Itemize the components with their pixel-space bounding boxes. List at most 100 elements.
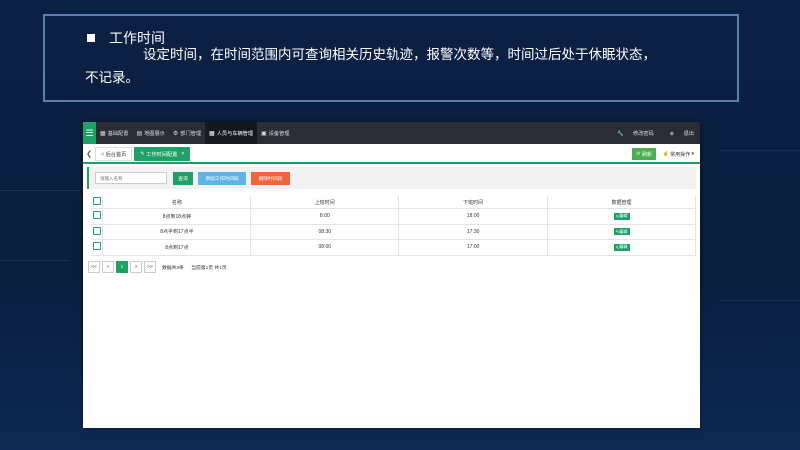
- cell-start: 08:30: [250, 224, 400, 240]
- decor-line: [0, 190, 80, 191]
- header-end-time: 下班时间: [398, 196, 549, 209]
- edit-label: 编辑: [619, 244, 628, 250]
- row-select-cell: [91, 224, 104, 240]
- page-last-button[interactable]: >>: [144, 261, 156, 273]
- cell-action: ✎ 编辑: [547, 208, 696, 225]
- hand-icon: ☝: [662, 151, 669, 157]
- header-name: 名称: [102, 196, 252, 209]
- pager-page: 当前第1页 共1页: [191, 265, 227, 271]
- edit-icon: ✎: [140, 151, 145, 157]
- delete-time-slot-button[interactable]: 删除时间段: [251, 172, 290, 185]
- edit-button[interactable]: ✎ 编辑: [613, 243, 630, 251]
- cell-end: 18:00: [398, 208, 549, 225]
- change-password-label: 修改密码: [633, 130, 654, 137]
- nav-label: 设备管理: [268, 130, 290, 137]
- cell-start: 08:00: [250, 239, 400, 256]
- caption-line-2: 不记录。: [85, 70, 139, 86]
- decor-line: [720, 300, 800, 301]
- decor-line: [720, 150, 800, 151]
- header-start-time: 上班时间: [250, 196, 400, 209]
- header-data-management: 数据管理: [547, 196, 696, 209]
- map-icon: ▤: [136, 130, 143, 137]
- close-icon[interactable]: ×: [181, 151, 184, 157]
- nav-label: 基础配置: [107, 130, 129, 137]
- grid-icon: ▦: [100, 130, 106, 137]
- nav-label: 地图展示: [144, 130, 165, 137]
- square-bullet-icon: [87, 34, 95, 42]
- change-password-link[interactable]: 🔧 修改密码: [609, 130, 654, 137]
- page-prev-button[interactable]: <: [102, 261, 114, 273]
- pagination: << < 1 > >> 数据共3条 当前第1页 共1页: [88, 260, 233, 274]
- logout-label: 退出: [683, 130, 694, 137]
- logout-link[interactable]: ⊗ 退出: [662, 130, 694, 137]
- common-ops-dropdown[interactable]: ☝ 常用操作 ▾: [659, 148, 697, 160]
- tab-home[interactable]: ⌂ 后台首页: [95, 147, 133, 161]
- table-row: 8点到18点钟 8:00 18:00 ✎ 编辑: [91, 208, 696, 225]
- hamburger-icon: ☰: [85, 127, 94, 138]
- page-first-button[interactable]: <<: [88, 261, 100, 273]
- work-time-table: 名称 上班时间 下班时间 数据管理 8点到18点钟 8:00 18:00 ✎ 编辑…: [91, 196, 696, 256]
- row-checkbox[interactable]: [92, 242, 101, 251]
- select-all-checkbox[interactable]: [92, 197, 101, 205]
- table-row: 8点到17点 08:00 17:00 ✎ 编辑: [91, 239, 696, 256]
- page-number-button[interactable]: 1: [116, 261, 128, 273]
- cell-action: ✎ 编辑: [547, 224, 696, 240]
- nav-label: 部门管理: [180, 130, 202, 137]
- row-checkbox[interactable]: [92, 211, 101, 220]
- search-toolbar: 查询 添加工作时间段 删除时间段: [87, 167, 696, 189]
- pager-total: 数据共3条: [162, 265, 184, 271]
- edit-button[interactable]: ✎ 编辑: [613, 212, 630, 220]
- search-input[interactable]: [95, 172, 167, 184]
- chevron-left-icon: ❮: [86, 151, 92, 158]
- cell-name: 8点半到17点半: [102, 224, 252, 240]
- app-window: ☰ ▦ 基础配置 ▤ 地图展示 ⚙ 部门管理 ▦ 人员与车辆管理 ▣ 设备管理 …: [83, 122, 700, 428]
- wrench-icon: 🔧: [617, 130, 624, 137]
- cell-end: 17:00: [398, 239, 549, 256]
- cell-start: 8:00: [250, 208, 400, 225]
- nav-item-basic-config[interactable]: ▦ 基础配置: [96, 122, 132, 144]
- device-icon: ▣: [261, 130, 267, 137]
- select-all-cell: [91, 196, 104, 209]
- close-circle-icon: ⊗: [669, 130, 675, 137]
- cell-name: 8点到17点: [102, 239, 252, 256]
- page-next-button[interactable]: >: [130, 261, 142, 273]
- ops-label: 常用操作: [670, 151, 691, 158]
- row-checkbox[interactable]: [92, 226, 101, 235]
- nav-item-department[interactable]: ⚙ 部门管理: [169, 122, 205, 144]
- top-right-actions: 🔧 修改密码 ⊗ 退出: [601, 122, 694, 144]
- row-select-cell: [91, 239, 104, 256]
- nav-label: 人员与车辆管理: [216, 130, 254, 137]
- home-icon: ⌂: [101, 151, 105, 157]
- tab-work-time-config[interactable]: ✎ 工作时间配置 ×: [134, 147, 191, 161]
- gear-icon: ⚙: [172, 130, 179, 137]
- edit-label: 编辑: [619, 228, 628, 234]
- cell-end: 17:30: [398, 224, 549, 240]
- tab-home-label: 后台首页: [105, 151, 127, 158]
- query-button[interactable]: 查询: [173, 172, 193, 185]
- edit-label: 编辑: [619, 213, 628, 219]
- add-time-slot-button[interactable]: 添加工作时间段: [198, 172, 246, 185]
- edit-button[interactable]: ✎ 编辑: [613, 228, 630, 236]
- table-header-row: 名称 上班时间 下班时间 数据管理: [91, 196, 696, 209]
- back-button[interactable]: ❮: [83, 146, 95, 162]
- cell-name: 8点到18点钟: [102, 208, 252, 225]
- refresh-button[interactable]: ⟳ 刷新: [632, 148, 656, 160]
- caption-box: 工作时间 设定时间，在时间范围内可查询相关历史轨迹，报警次数等，时间过后处于休眠…: [43, 14, 739, 102]
- table-row: 8点半到17点半 08:30 17:30 ✎ 编辑: [91, 224, 696, 240]
- top-navbar: ☰ ▦ 基础配置 ▤ 地图展示 ⚙ 部门管理 ▦ 人员与车辆管理 ▣ 设备管理 …: [83, 122, 700, 144]
- caption-line-1: 设定时间，在时间范围内可查询相关历史轨迹，报警次数等，时间过后处于休眠状态，: [143, 47, 656, 63]
- nav-item-personnel-vehicle[interactable]: ▦ 人员与车辆管理: [205, 122, 258, 144]
- refresh-icon: ⟳: [636, 151, 641, 157]
- nav-item-device[interactable]: ▣ 设备管理: [257, 122, 293, 144]
- tab-bar: ❮ ⌂ 后台首页 ✎ 工作时间配置 × ⟳ 刷新 ☝ 常用操作 ▾: [83, 146, 700, 164]
- refresh-label: 刷新: [641, 151, 652, 158]
- row-select-cell: [91, 208, 104, 225]
- pager-info: 数据共3条 当前第1页 共1页: [162, 264, 233, 271]
- cell-action: ✎ 编辑: [547, 239, 696, 256]
- nav-item-map[interactable]: ▤ 地图展示: [132, 122, 168, 144]
- chevron-down-icon: ▾: [691, 151, 694, 157]
- grid-icon: ▦: [209, 130, 215, 137]
- menu-toggle-button[interactable]: ☰: [83, 122, 96, 144]
- tab-current-label: 工作时间配置: [146, 151, 178, 158]
- decor-line: [0, 260, 70, 261]
